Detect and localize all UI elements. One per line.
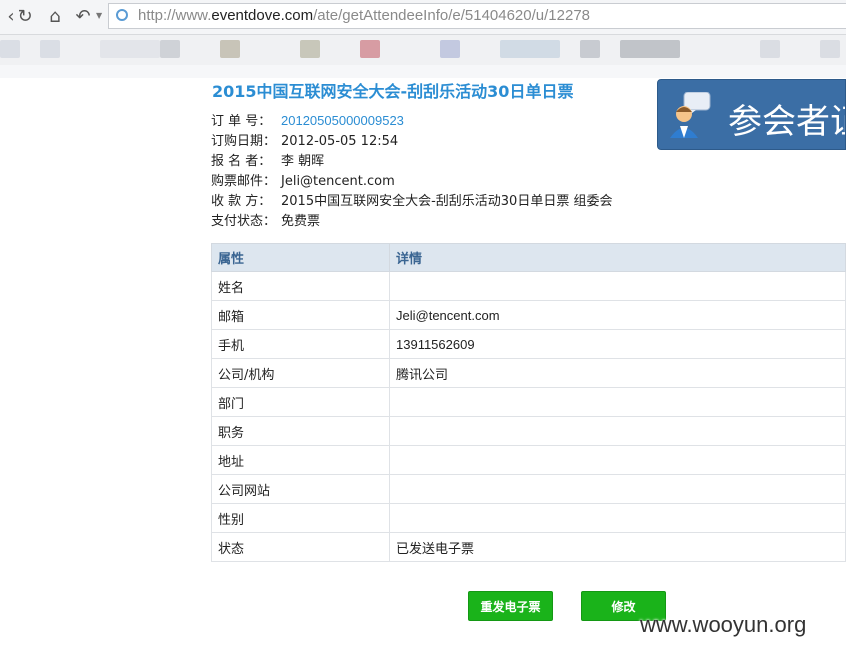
table-row: 性别 (211, 503, 846, 533)
value-status: 已发送电子票 (389, 532, 846, 562)
order-number-label: 订 单 号： (211, 114, 272, 129)
value-position (389, 416, 846, 446)
value-address (389, 445, 846, 475)
bookmark-item[interactable] (580, 40, 600, 58)
payment-status-label: 支付状态： (211, 214, 277, 229)
payment-status-value: 免费票 (281, 214, 321, 229)
bookmark-item[interactable] (760, 40, 780, 58)
bookmark-item[interactable] (160, 40, 180, 58)
table-row: 手机 13911562609 (211, 329, 846, 359)
attendee-info-table: 属性 详情 姓名 邮箱 Jeli@tencent.com 手机 1391156260… (211, 243, 846, 562)
table-row: 地址 (211, 445, 846, 475)
attr-phone: 手机 (211, 329, 390, 359)
bookmark-item[interactable] (500, 40, 560, 58)
table-header-row: 属性 详情 (211, 243, 846, 272)
event-title: 2015中国互联网安全大会-刮刮乐活动30日单日票 (212, 82, 574, 101)
order-number-value[interactable]: 20120505000009523 (281, 113, 404, 128)
resend-ticket-button[interactable]: 重发电子票 (468, 591, 553, 621)
table-row: 部门 (211, 387, 846, 417)
address-bar[interactable]: http://www.eventdove.com/ate/getAttendee… (108, 3, 846, 29)
value-company: 腾讯公司 (389, 358, 846, 388)
attr-email: 邮箱 (211, 300, 390, 330)
chevron-down-icon[interactable]: ▼ (96, 11, 102, 20)
value-email: Jeli@tencent.com (389, 300, 846, 330)
watermark: www.wooyun.org (640, 612, 807, 637)
table-row: 姓名 (211, 271, 846, 301)
bookmark-item[interactable] (820, 40, 840, 58)
attendee-badge-banner: 参会者证 (657, 79, 846, 150)
table-row: 邮箱 Jeli@tencent.com (211, 300, 846, 330)
value-phone: 13911562609 (389, 329, 846, 359)
value-name (389, 271, 846, 301)
order-date-label: 订购日期： (211, 134, 277, 149)
payment-status-row: 支付状态： 免费票 (211, 210, 320, 229)
url-prefix: http://www. (138, 7, 212, 24)
banner-title: 参会者证 (728, 102, 845, 142)
payee-value: 2015中国互联网安全大会-刮刮乐活动30日单日票 组委会 (281, 194, 613, 209)
table-row: 状态 已发送电子票 (211, 532, 846, 562)
attr-position: 职务 (211, 416, 390, 446)
bookmark-item[interactable] (40, 40, 60, 58)
registrant-value: 李 朝晖 (281, 154, 325, 169)
attr-gender: 性别 (211, 503, 390, 533)
bookmark-item[interactable] (0, 40, 20, 58)
table-row: 职务 (211, 416, 846, 446)
purchase-email-row: 购票邮件： Jeli@tencent.com (211, 170, 395, 189)
attr-status: 状态 (211, 532, 390, 562)
payee-row: 收 款 方： 2015中国互联网安全大会-刮刮乐活动30日单日票 组委会 (211, 190, 612, 209)
payee-label: 收 款 方： (211, 194, 272, 209)
browser-toolbar: ‹ ↻ ⌂ ↶ ▼ http://www.eventdove.com/ate/g… (0, 0, 846, 35)
registrant-row: 报 名 者： 李 朝晖 (211, 150, 324, 169)
undo-icon[interactable]: ↶ (72, 6, 94, 28)
attendee-person-icon (670, 92, 711, 138)
bookmark-item[interactable] (100, 40, 160, 58)
bookmark-item[interactable] (440, 40, 460, 58)
bookmark-item[interactable] (360, 40, 380, 58)
home-icon[interactable]: ⌂ (44, 6, 66, 28)
order-date-row: 订购日期： 2012-05-05 12:54 (211, 130, 398, 149)
order-date-value: 2012-05-05 12:54 (281, 134, 399, 149)
purchase-email-value: Jeli@tencent.com (281, 174, 395, 189)
url-domain: eventdove.com (211, 7, 314, 24)
bookmarks-bar (0, 35, 846, 65)
attr-address: 地址 (211, 445, 390, 475)
bookmark-item[interactable] (300, 40, 320, 58)
attr-department: 部门 (211, 387, 390, 417)
attr-company: 公司/机构 (211, 358, 390, 388)
bookmark-item[interactable] (620, 40, 680, 58)
value-department (389, 387, 846, 417)
column-header-detail: 详情 (389, 243, 846, 272)
column-header-attribute: 属性 (211, 243, 390, 272)
url-text[interactable]: http://www.eventdove.com/ate/getAttendee… (138, 7, 590, 24)
purchase-email-label: 购票邮件： (211, 174, 277, 189)
table-row: 公司/机构 腾讯公司 (211, 358, 846, 388)
reload-icon[interactable]: ↻ (14, 6, 36, 28)
table-row: 公司网站 (211, 474, 846, 504)
value-website (389, 474, 846, 504)
order-number-row: 订 单 号： 20120505000009523 (211, 110, 404, 129)
attr-name: 姓名 (211, 271, 390, 301)
registrant-label: 报 名 者： (211, 154, 272, 169)
globe-icon (116, 9, 128, 21)
toolbar-strip (0, 65, 846, 78)
value-gender (389, 503, 846, 533)
attr-website: 公司网站 (211, 474, 390, 504)
bookmark-item[interactable] (220, 40, 240, 58)
url-path: /ate/getAttendeeInfo/e/51404620/u/12278 (313, 7, 591, 24)
